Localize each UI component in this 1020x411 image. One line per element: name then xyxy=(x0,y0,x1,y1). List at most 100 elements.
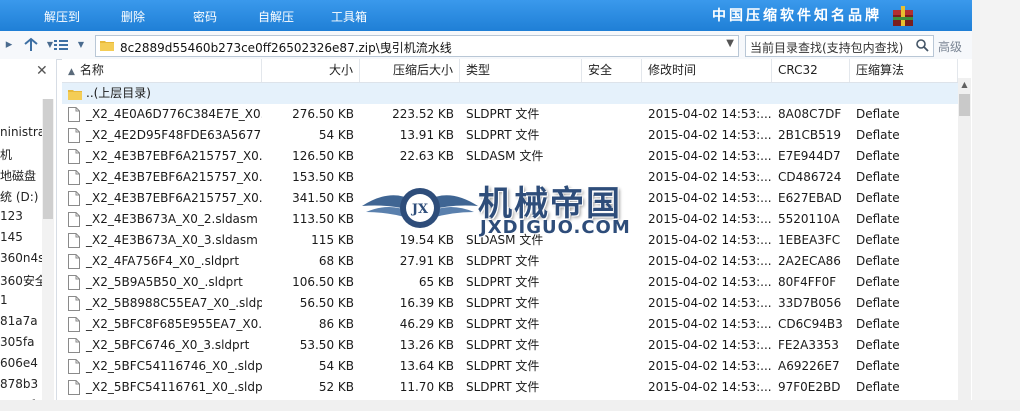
file-icon xyxy=(68,338,80,353)
file-row[interactable]: _X2_4E2D95F48FDE63A5677... 54 KB 13.91 KB S… xyxy=(62,125,958,146)
tree-item[interactable]: 地磁盘 xyxy=(0,167,36,184)
extract-to-button[interactable]: 解压到 xyxy=(44,8,80,25)
col-size[interactable]: 大小 xyxy=(262,59,360,82)
file-type: SLDPRT 文件 xyxy=(466,359,540,373)
list-view-icon[interactable] xyxy=(52,36,70,54)
toolbox-button[interactable]: 工具箱 xyxy=(331,8,367,25)
toolbar-overflow[interactable] xyxy=(0,0,20,31)
delete-button[interactable]: 删除 xyxy=(121,8,145,25)
file-method: Deflate xyxy=(856,233,900,247)
file-name-cell: _X2_4E3B7EBF6A215757_X0... xyxy=(62,167,262,188)
horizontal-scrollbar[interactable] xyxy=(0,400,1020,411)
file-type xyxy=(460,209,582,230)
col-crc32[interactable]: CRC32 xyxy=(772,59,850,82)
file-row[interactable]: _X2_4E3B673A_X0_2.sldasm 113.50 KB 2015-04… xyxy=(62,209,958,230)
search-input[interactable]: 当前目录查找(支持包内查找) xyxy=(745,35,934,57)
file-row[interactable]: _X2_4E3B7EBF6A215757_X0... 153.50 KB 2015-… xyxy=(62,167,958,188)
file-crc32: 5520110A xyxy=(778,212,840,226)
tree-item[interactable]: 1 xyxy=(0,293,8,307)
back-arrow-icon[interactable]: ▸ xyxy=(0,36,18,54)
file-icon xyxy=(68,296,80,311)
file-name: _X2_4E3B7EBF6A215757_X0... xyxy=(86,149,262,163)
file-row[interactable]: _X2_5B9A5B50_X0_.sldprt 106.50 KB 65 KB SLD… xyxy=(62,272,958,293)
tree-item[interactable]: 145 xyxy=(0,230,23,244)
col-packed-size[interactable]: 压缩后大小 xyxy=(360,59,460,82)
folder-icon xyxy=(100,41,114,51)
file-row[interactable]: _X2_4E3B7EBF6A215757_X0... 341.50 KB 2015-… xyxy=(62,188,958,209)
close-icon[interactable]: ✕ xyxy=(36,63,48,79)
tree-item[interactable]: 878b3 xyxy=(0,377,38,391)
advanced-search-button[interactable]: 高级 xyxy=(938,38,962,55)
file-crc32: E627EBAD xyxy=(778,191,842,205)
file-row[interactable]: _X2_5B8988C55EA7_X0_.sldprt 56.50 KB 16.39… xyxy=(62,293,958,314)
tree-item[interactable]: 305fa xyxy=(0,335,34,349)
parent-label: ..(上层目录) xyxy=(86,86,151,100)
path-dropdown-icon[interactable]: ▼ xyxy=(726,38,734,49)
tree-item[interactable]: 统 (D:) xyxy=(0,188,38,205)
file-name: _X2_5B8988C55EA7_X0_.sldprt xyxy=(86,296,262,310)
file-size: 86 KB xyxy=(318,317,354,331)
self-extract-button[interactable]: 自解压 xyxy=(258,8,294,25)
file-name: _X2_4E0A6D776C384E7E_X0... xyxy=(86,107,262,121)
file-method: Deflate xyxy=(856,317,900,331)
col-modified[interactable]: 修改时间 xyxy=(642,59,772,82)
tree-scroll-thumb[interactable] xyxy=(43,99,53,219)
file-name: _X2_4FA756F4_X0_.sldprt xyxy=(86,254,240,268)
file-size: 153.50 KB xyxy=(292,170,354,184)
file-row[interactable]: _X2_4E3B673A_X0_3.sldasm 115 KB 19.54 KB SL… xyxy=(62,230,958,251)
file-size: 126.50 KB xyxy=(292,149,354,163)
scroll-up-icon[interactable]: ▲ xyxy=(958,78,971,92)
col-name[interactable]: ▲ 名称 xyxy=(62,59,262,82)
tree-scrollbar[interactable] xyxy=(42,99,54,411)
tree-item[interactable]: 123 xyxy=(0,209,23,223)
path-input[interactable]: 8c2889d55460b273ce0ff26502326e87.zip\曳引机… xyxy=(95,35,739,57)
col-method[interactable]: 压缩算法 xyxy=(850,59,958,82)
file-row[interactable]: _X2_4E3B7EBF6A215757_X0... 126.50 KB 22.63… xyxy=(62,146,958,167)
file-crc32: 1EBEA3FC xyxy=(778,233,841,247)
search-icon[interactable] xyxy=(915,38,930,53)
address-bar: ▸ ▼ ▼ 8c2889d55460b273ce0ff26502326e87.z… xyxy=(0,31,972,60)
parent-directory-row[interactable]: ..(上层目录) xyxy=(62,83,958,104)
file-type: SLDPRT 文件 xyxy=(466,107,540,121)
file-icon xyxy=(68,254,80,269)
list-scroll-thumb[interactable] xyxy=(959,94,970,116)
file-type: SLDASM 文件 xyxy=(466,149,544,163)
file-name: _X2_4E3B673A_X0_2.sldasm xyxy=(86,212,258,226)
file-type: SLDPRT 文件 xyxy=(466,254,540,268)
col-type[interactable]: 类型 xyxy=(460,59,582,82)
file-modified: 2015-04-02 14:53:... xyxy=(648,296,772,310)
col-security[interactable]: 安全 xyxy=(582,59,642,82)
up-folder-icon[interactable] xyxy=(22,36,40,54)
desktop-background xyxy=(972,0,1020,411)
file-modified: 2015-04-02 14:53:... xyxy=(648,212,772,226)
file-row[interactable]: _X2_5BFC54116761_X0_.sldprt 52 KB 11.70 KB… xyxy=(62,377,958,398)
file-row[interactable]: _X2_5BFC54116746_X0_.sldprt 54 KB 13.64 KB… xyxy=(62,356,958,377)
top-toolbar: 解压到 删除 密码 自解压 工具箱 中国压缩软件知名品牌 xyxy=(0,0,972,31)
tree-item[interactable]: 360安全 xyxy=(0,272,47,289)
file-row[interactable]: _X2_5BFC6746_X0_3.sldprt 53.50 KB 13.26 KB… xyxy=(62,335,958,356)
file-row[interactable]: _X2_5BFC8F685E955EA7_X0... 86 KB 46.29 KB S… xyxy=(62,314,958,335)
file-packed-size: 13.64 KB xyxy=(399,359,454,373)
file-name-cell: _X2_4E3B673A_X0_3.sldasm xyxy=(62,230,262,251)
list-scrollbar[interactable]: ▲ ▼ xyxy=(958,78,971,411)
file-modified: 2015-04-02 14:53:... xyxy=(648,380,772,394)
file-packed-size: 13.91 KB xyxy=(399,128,454,142)
tree-item[interactable]: 81a7a xyxy=(0,314,38,328)
file-packed-size xyxy=(360,209,460,230)
file-modified: 2015-04-02 14:53:... xyxy=(648,191,772,205)
file-packed-size: 27.91 KB xyxy=(399,254,454,268)
file-method: Deflate xyxy=(856,359,900,373)
tree-item[interactable]: 360n4s xyxy=(0,251,44,265)
file-method: Deflate xyxy=(856,149,900,163)
file-name: _X2_4E3B7EBF6A215757_X0... xyxy=(86,191,262,205)
file-row[interactable]: _X2_4FA756F4_X0_.sldprt 68 KB 27.91 KB SLDP… xyxy=(62,251,958,272)
password-button[interactable]: 密码 xyxy=(193,8,217,25)
tree-item[interactable]: 机 xyxy=(0,146,12,163)
view-dropdown-icon[interactable]: ▼ xyxy=(72,36,90,54)
file-size: 341.50 KB xyxy=(292,191,354,205)
file-packed-size: 11.70 KB xyxy=(399,380,454,394)
file-method: Deflate xyxy=(856,275,900,289)
tree-item[interactable]: 606e4 xyxy=(0,356,38,370)
file-icon xyxy=(68,149,80,164)
file-row[interactable]: _X2_4E0A6D776C384E7E_X0... 276.50 KB 223.5… xyxy=(62,104,958,125)
